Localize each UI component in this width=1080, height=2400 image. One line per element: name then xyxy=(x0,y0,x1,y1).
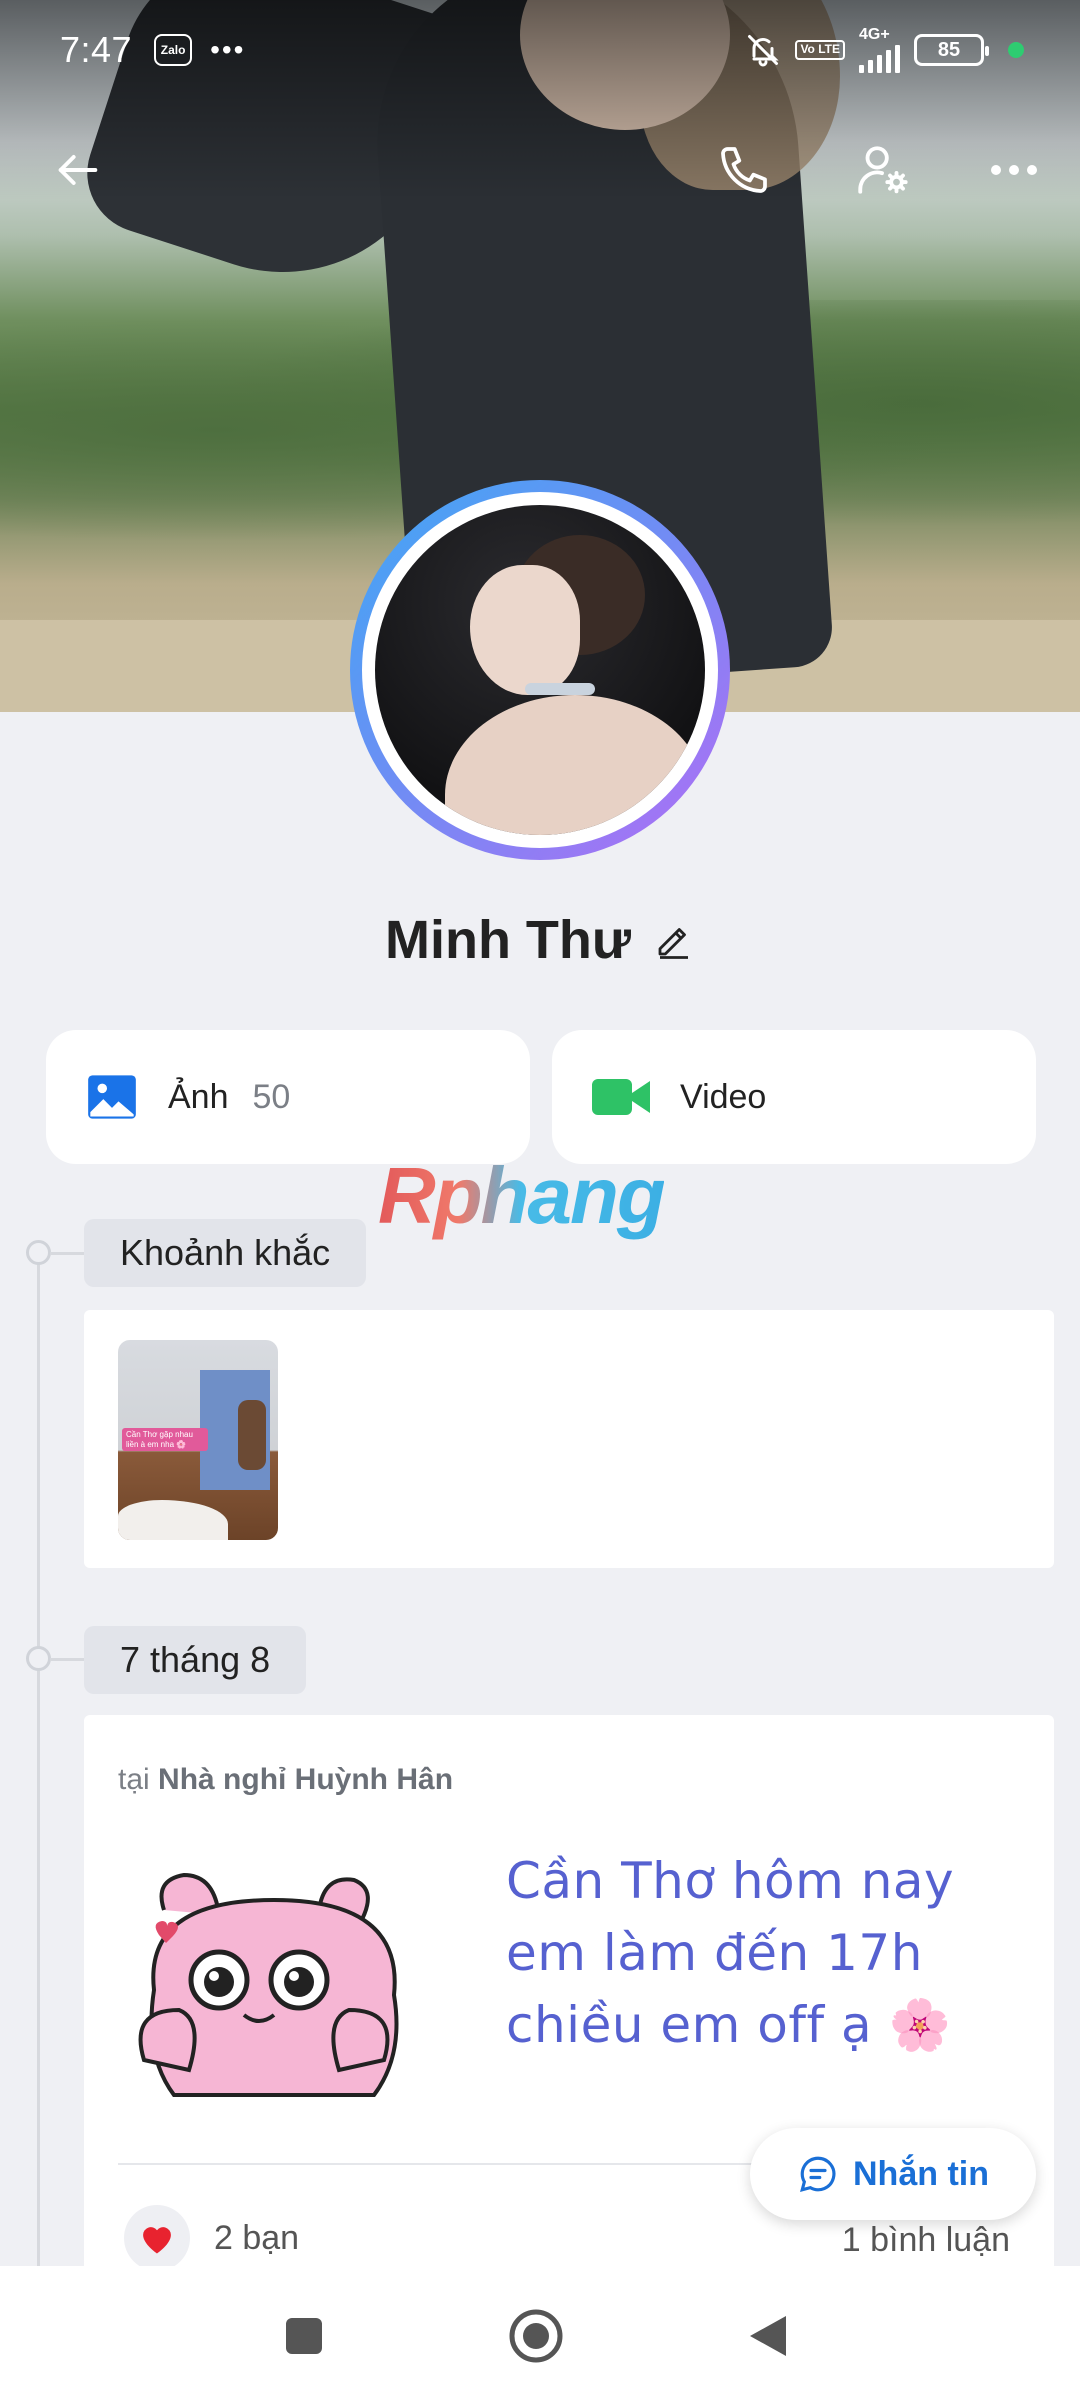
back-button[interactable] xyxy=(38,130,118,210)
status-bar: 7:47 Zalo ••• Vo LTE 4G+ 85 xyxy=(0,0,1080,100)
status-time: 7:47 xyxy=(60,29,133,70)
triangle-back-icon xyxy=(750,2316,786,2356)
status-right: Vo LTE 4G+ 85 xyxy=(745,27,1024,73)
user-settings-icon xyxy=(858,146,908,194)
photos-button[interactable]: Ảnh 50 xyxy=(46,1030,530,1164)
post-location[interactable]: tại Nhà nghỉ Huỳnh Hân xyxy=(118,1763,453,1797)
message-button-label: Nhắn tin xyxy=(853,2154,989,2193)
avatar-shoulder xyxy=(445,695,705,835)
thumb-bed xyxy=(118,1500,228,1540)
battery-level: 85 xyxy=(937,38,961,61)
volte-icon: Vo LTE xyxy=(795,40,845,60)
recent-apps-button[interactable] xyxy=(274,2306,334,2366)
like-button[interactable] xyxy=(124,2205,190,2271)
watermark-logo: Rphang xyxy=(378,1151,666,1240)
timeline-line xyxy=(37,1250,40,2270)
top-navigation xyxy=(0,130,1080,210)
video-camera-icon xyxy=(592,1079,650,1115)
profile-settings-button[interactable] xyxy=(842,130,922,210)
avatar-border xyxy=(362,492,718,848)
network-type: 4G+ xyxy=(859,26,890,43)
location-prefix: tại xyxy=(118,1763,150,1796)
likes-text: 2 bạn xyxy=(214,2218,300,2257)
pencil-icon xyxy=(658,928,689,959)
message-button[interactable]: Nhắn tin xyxy=(750,2128,1036,2220)
moment-thumbnail-caption: Cần Thơ gặp nhau liền à em nha 🌸 xyxy=(122,1428,208,1452)
comments-count[interactable]: 1 bình luận xyxy=(842,2221,1010,2260)
battery-icon: 85 xyxy=(914,34,989,66)
moment-thumbnail[interactable]: Cần Thơ gặp nhau liền à em nha 🌸 xyxy=(118,1340,278,1540)
square-icon xyxy=(286,2318,322,2354)
avatar-necklace xyxy=(525,683,595,695)
timeline-connector xyxy=(50,1252,84,1255)
system-navigation-bar xyxy=(0,2266,1080,2400)
post-text: Cần Thơ hôm nay em làm đến 17h chiều em … xyxy=(506,1852,955,2054)
videos-button[interactable]: Video xyxy=(552,1030,1036,1164)
image-icon xyxy=(88,1075,136,1119)
back-nav-button[interactable] xyxy=(738,2306,798,2366)
more-notifications-icon: ••• xyxy=(210,34,246,65)
arrow-left-icon xyxy=(58,155,98,185)
chat-bubble-icon xyxy=(800,2156,836,2192)
heart-icon xyxy=(143,2227,171,2254)
post-reactions[interactable]: 2 bạn xyxy=(124,2205,299,2271)
more-horizontal-icon xyxy=(991,165,1037,175)
profile-name: Minh Thư xyxy=(384,910,632,970)
moments-section-label: Khoảnh khắc xyxy=(84,1219,367,1287)
avatar-face xyxy=(470,565,580,695)
timeline-connector xyxy=(50,1658,84,1661)
avatar[interactable] xyxy=(350,480,730,860)
thumb-coat xyxy=(238,1400,266,1470)
location-name: Nhà nghỉ Huỳnh Hân xyxy=(158,1763,454,1796)
profile-name-row: Minh Thư xyxy=(0,900,1080,980)
home-button[interactable] xyxy=(506,2306,566,2366)
more-options-button[interactable] xyxy=(974,130,1054,210)
moments-card: Cần Thơ gặp nhau liền à em nha 🌸 xyxy=(84,1310,1054,1568)
zalo-notification-icon: Zalo xyxy=(154,34,193,66)
timeline-dot xyxy=(26,1240,51,1265)
edit-name-button[interactable] xyxy=(653,919,695,961)
phone-icon xyxy=(721,147,767,193)
avatar-image xyxy=(375,505,705,835)
timeline-dot xyxy=(26,1646,51,1671)
circle-home-icon xyxy=(509,2309,563,2363)
videos-label: Video xyxy=(680,1077,767,1116)
privacy-indicator-dot xyxy=(1008,42,1024,58)
network-indicator: 4G+ xyxy=(859,27,900,73)
crying-bunny-sticker-icon xyxy=(138,1872,399,2097)
photos-label: Ảnh xyxy=(168,1077,229,1116)
date-section-label: 7 tháng 8 xyxy=(84,1626,307,1694)
bell-muted-icon xyxy=(748,35,780,67)
signal-icon xyxy=(859,43,900,73)
call-button[interactable] xyxy=(704,130,784,210)
photos-count: 50 xyxy=(252,1077,291,1116)
